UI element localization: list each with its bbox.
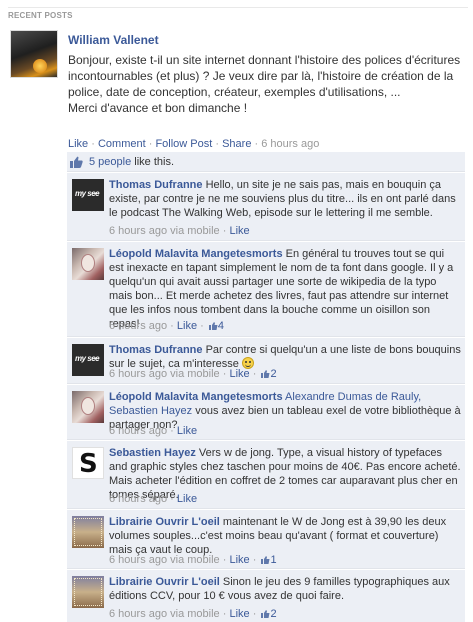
follow-post-link[interactable]: Follow Post [155,138,212,150]
comment-body: En général tu trouves tout se qui est in… [109,248,454,330]
likers-link[interactable]: 5 people [89,156,131,168]
post-body: Bonjour, existe t-il un site internet do… [68,53,461,115]
comment-like-link[interactable]: Like [177,320,197,332]
comment-text: Thomas Dufranne Par contre si quelqu'un … [109,343,461,371]
comment-meta: 6 hours ago via mobile · Like [109,225,250,237]
comment-author[interactable]: Sebastien Hayez [109,447,196,459]
like-count[interactable]: 4 [218,320,224,332]
comment-author[interactable]: Thomas Dufranne [109,179,203,191]
comment-like-link[interactable]: Like [229,368,249,380]
comment-like-link[interactable]: Like [229,554,249,566]
comment: Librairie Ouvrir L'oeil Sinon le jeu des… [67,570,465,622]
separator: · [251,138,262,150]
comment-meta: 6 hours ago via mobile · Like · 2 [109,608,277,620]
comment: my see Thomas Dufranne Hello, un site je… [67,173,465,241]
commenter-avatar[interactable] [72,516,104,548]
comment: Léopold Malavita Mangetesmorts Alexandre… [67,385,465,440]
section-title: RECENT POSTS [8,7,468,20]
comment-meta: 6 hours ago · Like · 4 [109,320,224,332]
likes-summary: 5 people like this. [67,152,465,172]
comment-time[interactable]: 6 hours ago [109,493,167,505]
like-count[interactable]: 2 [270,608,276,620]
comment-like-link[interactable]: Like [229,608,249,620]
comment-meta: 6 hours ago · Like [109,425,198,437]
comment-text: Librairie Ouvrir L'oeil maintenant le W … [109,515,461,557]
commenter-avatar[interactable] [72,391,104,423]
comment-link[interactable]: Comment [98,138,146,150]
post-time[interactable]: 6 hours ago [261,138,319,150]
comment: my see Thomas Dufranne Par contre si que… [67,338,465,384]
post-author[interactable]: William Vallenet [68,33,159,47]
comment-author[interactable]: Librairie Ouvrir L'oeil [109,576,220,588]
commenter-avatar[interactable] [72,576,104,608]
like-count[interactable]: 1 [270,554,276,566]
share-link[interactable]: Share [222,138,251,150]
comment-time[interactable]: 6 hours ago via mobile [109,608,220,620]
separator: · [212,138,223,150]
comment-time[interactable]: 6 hours ago via mobile [109,368,220,380]
like-post-link[interactable]: Like [68,138,88,150]
comment: S Sebastien Hayez Vers w de jong. Type, … [67,441,465,509]
commenter-avatar[interactable]: S [72,447,104,479]
comment-like-link[interactable]: Like [177,493,197,505]
comment-time[interactable]: 6 hours ago via mobile [109,225,220,237]
comment-time[interactable]: 6 hours ago via mobile [109,554,220,566]
commenter-avatar[interactable] [72,248,104,280]
comment-meta: 6 hours ago via mobile · Like · 2 [109,368,277,380]
comment-meta: 6 hours ago via mobile · Like · 1 [109,554,277,566]
comment-text: Librairie Ouvrir L'oeil Sinon le jeu des… [109,575,461,603]
comment-author[interactable]: Thomas Dufranne [109,344,203,356]
comment-author[interactable]: Librairie Ouvrir L'oeil [109,516,220,528]
comment-like-link[interactable]: Like [177,425,197,437]
commenter-avatar[interactable]: my see [72,344,104,376]
post-actions: Like · Comment · Follow Post · Share · 6… [68,138,319,150]
comment-meta: 6 hours ago · Like [109,493,198,505]
comment-time[interactable]: 6 hours ago [109,425,167,437]
comment: Librairie Ouvrir L'oeil maintenant le W … [67,510,465,569]
comment-text: Léopold Malavita Mangetesmorts En généra… [109,247,461,331]
commenter-avatar[interactable]: my see [72,179,104,211]
separator: · [88,138,98,150]
like-count[interactable]: 2 [270,368,276,380]
likes-suffix: like this. [131,156,175,168]
comment: Léopold Malavita Mangetesmorts En généra… [67,242,465,337]
separator: · [145,138,156,150]
comment-author[interactable]: Léopold Malavita Mangetesmorts [109,391,283,403]
comment-text: Thomas Dufranne Hello, un site je ne sai… [109,178,461,220]
author-avatar[interactable] [10,30,58,78]
comment-like-link[interactable]: Like [229,225,249,237]
thumbs-up-icon [208,322,218,330]
comment-time[interactable]: 6 hours ago [109,320,167,332]
comment-author[interactable]: Léopold Malavita Mangetesmorts [109,248,283,260]
thumbs-up-icon [70,156,83,168]
